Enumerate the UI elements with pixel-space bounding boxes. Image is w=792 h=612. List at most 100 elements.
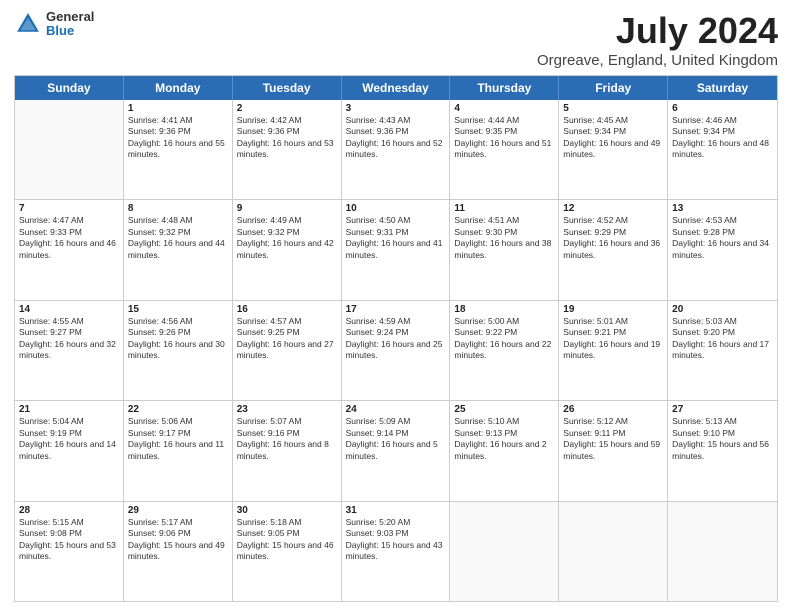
sunrise-text: Sunrise: 4:45 AM bbox=[563, 115, 663, 126]
sunset-text: Sunset: 9:34 PM bbox=[563, 126, 663, 137]
calendar-row-2: 14Sunrise: 4:55 AMSunset: 9:27 PMDayligh… bbox=[15, 301, 777, 401]
sunrise-text: Sunrise: 5:07 AM bbox=[237, 416, 337, 427]
sunset-text: Sunset: 9:06 PM bbox=[128, 528, 228, 539]
weekday-header-tuesday: Tuesday bbox=[233, 76, 342, 100]
day-number: 28 bbox=[19, 505, 119, 516]
weekday-header-monday: Monday bbox=[124, 76, 233, 100]
day-number: 30 bbox=[237, 505, 337, 516]
daylight-text: Daylight: 15 hours and 56 minutes. bbox=[672, 439, 773, 462]
day-number: 11 bbox=[454, 203, 554, 214]
sunrise-text: Sunrise: 4:47 AM bbox=[19, 215, 119, 226]
sunset-text: Sunset: 9:25 PM bbox=[237, 327, 337, 338]
calendar-cell-empty bbox=[668, 502, 777, 601]
sunset-text: Sunset: 9:34 PM bbox=[672, 126, 773, 137]
daylight-text: Daylight: 16 hours and 5 minutes. bbox=[346, 439, 446, 462]
sunset-text: Sunset: 9:05 PM bbox=[237, 528, 337, 539]
daylight-text: Daylight: 16 hours and 55 minutes. bbox=[128, 138, 228, 161]
calendar-cell-31: 31Sunrise: 5:20 AMSunset: 9:03 PMDayligh… bbox=[342, 502, 451, 601]
sunrise-text: Sunrise: 5:10 AM bbox=[454, 416, 554, 427]
sunset-text: Sunset: 9:27 PM bbox=[19, 327, 119, 338]
sunrise-text: Sunrise: 4:55 AM bbox=[19, 316, 119, 327]
daylight-text: Daylight: 16 hours and 52 minutes. bbox=[346, 138, 446, 161]
sunrise-text: Sunrise: 4:52 AM bbox=[563, 215, 663, 226]
daylight-text: Daylight: 15 hours and 43 minutes. bbox=[346, 540, 446, 563]
calendar-cell-8: 8Sunrise: 4:48 AMSunset: 9:32 PMDaylight… bbox=[124, 200, 233, 299]
day-number: 2 bbox=[237, 103, 337, 114]
sunset-text: Sunset: 9:36 PM bbox=[128, 126, 228, 137]
sunrise-text: Sunrise: 5:18 AM bbox=[237, 517, 337, 528]
sunrise-text: Sunrise: 5:12 AM bbox=[563, 416, 663, 427]
sunrise-text: Sunrise: 5:06 AM bbox=[128, 416, 228, 427]
day-number: 7 bbox=[19, 203, 119, 214]
sunrise-text: Sunrise: 4:43 AM bbox=[346, 115, 446, 126]
sunset-text: Sunset: 9:22 PM bbox=[454, 327, 554, 338]
calendar-cell-28: 28Sunrise: 5:15 AMSunset: 9:08 PMDayligh… bbox=[15, 502, 124, 601]
day-number: 3 bbox=[346, 103, 446, 114]
calendar-cell-27: 27Sunrise: 5:13 AMSunset: 9:10 PMDayligh… bbox=[668, 401, 777, 500]
calendar-cell-14: 14Sunrise: 4:55 AMSunset: 9:27 PMDayligh… bbox=[15, 301, 124, 400]
sunset-text: Sunset: 9:31 PM bbox=[346, 227, 446, 238]
calendar-cell-empty bbox=[15, 100, 124, 199]
daylight-text: Daylight: 16 hours and 42 minutes. bbox=[237, 238, 337, 261]
sunset-text: Sunset: 9:26 PM bbox=[128, 327, 228, 338]
main-title: July 2024 bbox=[537, 10, 778, 52]
daylight-text: Daylight: 16 hours and 27 minutes. bbox=[237, 339, 337, 362]
sunrise-text: Sunrise: 4:59 AM bbox=[346, 316, 446, 327]
sunrise-text: Sunrise: 4:46 AM bbox=[672, 115, 773, 126]
header: General Blue July 2024 Orgreave, England… bbox=[14, 10, 778, 69]
sunset-text: Sunset: 9:08 PM bbox=[19, 528, 119, 539]
daylight-text: Daylight: 16 hours and 53 minutes. bbox=[237, 138, 337, 161]
calendar-row-1: 7Sunrise: 4:47 AMSunset: 9:33 PMDaylight… bbox=[15, 200, 777, 300]
logo: General Blue bbox=[14, 10, 94, 39]
calendar-cell-30: 30Sunrise: 5:18 AMSunset: 9:05 PMDayligh… bbox=[233, 502, 342, 601]
sunset-text: Sunset: 9:19 PM bbox=[19, 428, 119, 439]
calendar-header: SundayMondayTuesdayWednesdayThursdayFrid… bbox=[15, 76, 777, 100]
weekday-header-sunday: Sunday bbox=[15, 76, 124, 100]
calendar-row-4: 28Sunrise: 5:15 AMSunset: 9:08 PMDayligh… bbox=[15, 502, 777, 601]
sunrise-text: Sunrise: 5:00 AM bbox=[454, 316, 554, 327]
day-number: 26 bbox=[563, 404, 663, 415]
sunset-text: Sunset: 9:16 PM bbox=[237, 428, 337, 439]
weekday-header-friday: Friday bbox=[559, 76, 668, 100]
daylight-text: Daylight: 16 hours and 22 minutes. bbox=[454, 339, 554, 362]
daylight-text: Daylight: 16 hours and 14 minutes. bbox=[19, 439, 119, 462]
daylight-text: Daylight: 16 hours and 36 minutes. bbox=[563, 238, 663, 261]
sunset-text: Sunset: 9:36 PM bbox=[237, 126, 337, 137]
calendar-cell-13: 13Sunrise: 4:53 AMSunset: 9:28 PMDayligh… bbox=[668, 200, 777, 299]
daylight-text: Daylight: 16 hours and 51 minutes. bbox=[454, 138, 554, 161]
calendar: SundayMondayTuesdayWednesdayThursdayFrid… bbox=[14, 75, 778, 602]
daylight-text: Daylight: 16 hours and 25 minutes. bbox=[346, 339, 446, 362]
sunrise-text: Sunrise: 4:53 AM bbox=[672, 215, 773, 226]
sunset-text: Sunset: 9:13 PM bbox=[454, 428, 554, 439]
logo-general-text: General bbox=[46, 10, 94, 24]
sunset-text: Sunset: 9:36 PM bbox=[346, 126, 446, 137]
sunrise-text: Sunrise: 4:48 AM bbox=[128, 215, 228, 226]
sunrise-text: Sunrise: 5:03 AM bbox=[672, 316, 773, 327]
sunrise-text: Sunrise: 5:01 AM bbox=[563, 316, 663, 327]
sunset-text: Sunset: 9:14 PM bbox=[346, 428, 446, 439]
daylight-text: Daylight: 15 hours and 49 minutes. bbox=[128, 540, 228, 563]
calendar-cell-25: 25Sunrise: 5:10 AMSunset: 9:13 PMDayligh… bbox=[450, 401, 559, 500]
daylight-text: Daylight: 16 hours and 8 minutes. bbox=[237, 439, 337, 462]
sunset-text: Sunset: 9:20 PM bbox=[672, 327, 773, 338]
day-number: 25 bbox=[454, 404, 554, 415]
sunrise-text: Sunrise: 4:49 AM bbox=[237, 215, 337, 226]
sunrise-text: Sunrise: 4:42 AM bbox=[237, 115, 337, 126]
calendar-cell-23: 23Sunrise: 5:07 AMSunset: 9:16 PMDayligh… bbox=[233, 401, 342, 500]
day-number: 5 bbox=[563, 103, 663, 114]
sunset-text: Sunset: 9:30 PM bbox=[454, 227, 554, 238]
sunrise-text: Sunrise: 5:13 AM bbox=[672, 416, 773, 427]
calendar-cell-17: 17Sunrise: 4:59 AMSunset: 9:24 PMDayligh… bbox=[342, 301, 451, 400]
sunset-text: Sunset: 9:17 PM bbox=[128, 428, 228, 439]
calendar-cell-29: 29Sunrise: 5:17 AMSunset: 9:06 PMDayligh… bbox=[124, 502, 233, 601]
day-number: 1 bbox=[128, 103, 228, 114]
sunrise-text: Sunrise: 4:50 AM bbox=[346, 215, 446, 226]
sunrise-text: Sunrise: 4:44 AM bbox=[454, 115, 554, 126]
calendar-cell-24: 24Sunrise: 5:09 AMSunset: 9:14 PMDayligh… bbox=[342, 401, 451, 500]
day-number: 21 bbox=[19, 404, 119, 415]
sunset-text: Sunset: 9:35 PM bbox=[454, 126, 554, 137]
calendar-cell-4: 4Sunrise: 4:44 AMSunset: 9:35 PMDaylight… bbox=[450, 100, 559, 199]
calendar-cell-20: 20Sunrise: 5:03 AMSunset: 9:20 PMDayligh… bbox=[668, 301, 777, 400]
calendar-cell-5: 5Sunrise: 4:45 AMSunset: 9:34 PMDaylight… bbox=[559, 100, 668, 199]
daylight-text: Daylight: 16 hours and 41 minutes. bbox=[346, 238, 446, 261]
